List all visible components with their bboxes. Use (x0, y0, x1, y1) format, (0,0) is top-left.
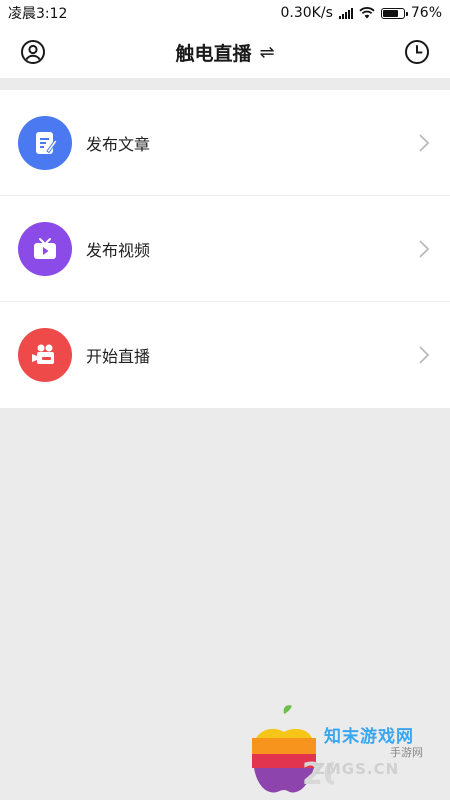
menu-item-publish-video[interactable]: 发布视频 (0, 196, 450, 302)
page-title-text: 触电直播 (175, 42, 252, 65)
swap-icon[interactable]: ⇌ (259, 42, 274, 63)
apple-logo-watermark: 265 (252, 705, 334, 793)
clock-icon[interactable] (404, 39, 430, 65)
signal-icon (338, 7, 353, 19)
menu-item-label: 开始直播 (86, 347, 151, 366)
tv-play-icon (18, 221, 72, 276)
user-icon[interactable] (20, 39, 46, 65)
chevron-right-icon (419, 346, 430, 364)
menu-item-publish-article[interactable]: 发布文章 (0, 90, 450, 196)
chevron-right-icon (419, 134, 430, 152)
nav-bar: 触电直播 ⇌ (0, 26, 450, 78)
edit-article-icon (18, 115, 72, 170)
battery-percent: 76% (410, 5, 442, 21)
chevron-right-icon (419, 240, 430, 258)
page-title[interactable]: 触电直播 ⇌ (175, 39, 274, 66)
status-time: 凌晨3:12 (8, 6, 68, 22)
watermark-subtext: 手游网 (390, 746, 423, 759)
watermark-url: ZMGS.CN (314, 760, 400, 778)
status-bar: 凌晨3:12 0.30K/s 76% (0, 0, 450, 26)
wifi-icon (359, 7, 375, 19)
menu-item-start-live[interactable]: 开始直播 (0, 302, 450, 408)
network-speed: 0.30K/s (280, 5, 333, 21)
battery-icon (380, 7, 408, 19)
status-indicators: 0.30K/s 76% (281, 5, 443, 21)
action-menu: 发布文章 发布视频 开始直播 (0, 90, 450, 408)
video-camera-icon (18, 328, 72, 382)
menu-item-label: 发布视频 (86, 240, 151, 260)
watermark: 265 知末游戏网 手游网 ZMGS.CN (244, 704, 444, 800)
menu-item-label: 发布文章 (86, 134, 151, 154)
battery-fill (382, 9, 399, 17)
